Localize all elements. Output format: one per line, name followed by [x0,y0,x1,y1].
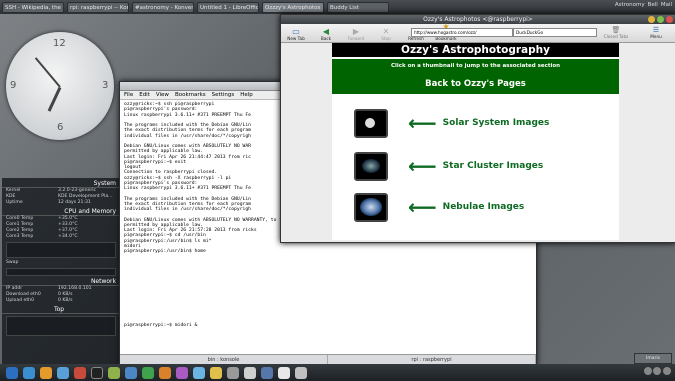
calc-launcher-icon[interactable] [142,366,154,379]
cpu-row: Core3 Temp +34.0°C [6,234,78,239]
back-button[interactable]: ◀ Back [311,27,341,42]
network-header: Network [2,278,120,286]
url-field[interactable]: http://www.hogastro.com/ozz/ [411,28,513,37]
arrow-left-icon: ⟵ [408,154,437,178]
taskbar-tab-astrophotos[interactable]: Ozzzy's Astrophotos [262,1,324,13]
kde-menu-icon[interactable] [6,366,18,379]
tray-item[interactable]: Astronomy [615,2,645,8]
minimize-icon[interactable] [648,16,655,23]
system-row: Uptime 12 days 21:31 [6,200,91,205]
swap-row: Swap [6,260,19,265]
cpu-header: CPU and Memory [2,208,120,216]
menu-bookmarks[interactable]: Bookmarks [175,91,206,99]
search-field[interactable]: DuckDuckGo [513,28,597,37]
impress-launcher-icon[interactable] [159,366,171,379]
clock-widget: 12 3 6 9 [6,32,114,140]
stop-button[interactable]: ✕ Stop [371,27,401,42]
browser-toolbar: ▭New Tab ◀Back ▶Forward ✕Stop ↻Refresh ★… [281,22,675,43]
app-launcher-icon[interactable] [244,366,256,379]
star-cluster-thumbnail[interactable] [354,151,388,181]
top-header: Top [2,306,120,314]
section-solar-system[interactable]: ⟵ Solar System Images [354,108,614,138]
taskbar-tab-konsole[interactable]: rpi: raspberrypi -- Konsole [67,1,129,13]
section-star-cluster[interactable]: ⟵ Star Cluster Images [354,151,614,181]
app-launcher-icon[interactable] [261,366,273,379]
nebulae-thumbnail[interactable] [354,192,388,222]
dolphin-launcher-icon[interactable] [57,366,69,379]
menu-help[interactable]: Help [240,91,253,99]
menu-file[interactable]: File [124,91,133,99]
app-launcher-icon[interactable] [176,366,188,379]
app-launcher-icon[interactable] [210,366,222,379]
taskbar-tab-ssh[interactable]: SSH - Wikipedia, the free... [2,1,64,13]
app-launcher-icon[interactable] [278,366,290,379]
clock-numeral: 6 [57,122,64,133]
forward-button[interactable]: ▶ Forward [341,27,371,42]
solar-system-thumbnail[interactable] [354,108,388,138]
firefox-launcher-icon[interactable] [40,366,52,379]
new-tab-icon: ▭ [292,27,300,36]
web-page: Ozzy's Astrophotography Click on a thumb… [332,43,619,240]
system-monitor-widget: System Kernel 3.2.0-23-generic KDE KDE Dev… [2,178,120,364]
browser-launcher-icon[interactable] [23,366,35,379]
swap-graph [6,268,116,276]
tray-item[interactable]: Mail [661,2,672,8]
bottom-panel [0,364,675,381]
app-launcher-icon[interactable] [108,366,120,379]
menu-settings[interactable]: Settings [212,91,235,99]
app-launcher-icon[interactable] [295,366,307,379]
menu-view[interactable]: View [156,91,169,99]
tray-icon[interactable] [653,367,662,375]
tray-icon[interactable] [643,367,652,375]
taskbar-tab-konversation[interactable]: #astronomy - Konversat... [132,1,194,13]
browser-window: Ozzy's Astrophotos <@raspberrypi> ▭ New T… [280,14,675,243]
clock-hour-hand [47,86,62,112]
section-label[interactable]: Star Cluster Images [443,161,544,171]
browser-titlebar[interactable]: Ozzy's Astrophotos <@raspberrypi> [281,15,675,24]
cpu-graph [6,242,116,258]
arrow-left-icon: ⟵ [408,111,437,135]
browser-viewport: Ozzy's Astrophotography Click on a thumb… [281,43,675,240]
maximize-icon[interactable] [657,16,664,23]
page-tagline: Click on a thumbnail to jump to the asso… [332,59,619,74]
clock-numeral: 3 [102,80,109,91]
top-process-list [6,316,116,336]
forward-arrow-icon: ▶ [352,27,360,36]
closed-tabs-button[interactable]: 🗑 Closed Tabs [603,26,629,39]
system-header: System [2,180,120,188]
trash-icon: 🗑 [611,26,621,34]
taskbar-tab-libreoffice[interactable]: Untitled 1 - LibreOffice W... [197,1,259,13]
menu-icon: ☰ [652,26,660,34]
back-to-pages-link[interactable]: Back to Ozzy's Pages [332,74,619,94]
settings-launcher-icon[interactable] [227,366,239,379]
system-tray [643,367,671,377]
tray-item[interactable]: Bell [648,2,658,8]
minimized-window[interactable]: Imaris [634,353,672,364]
writer-launcher-icon[interactable] [125,366,137,379]
stop-icon: ✕ [382,27,390,36]
taskbar-tray: Astronomy Bell Mail [615,2,672,8]
arrow-left-icon: ⟵ [408,195,437,219]
clock-numeral: 9 [10,80,17,91]
new-tab-button[interactable]: ▭ New Tab [281,27,311,42]
menu-edit[interactable]: Edit [139,91,150,99]
top-taskbar: SSH - Wikipedia, the free... rpi: raspbe… [0,0,675,14]
close-icon[interactable] [666,16,673,23]
terminal-line: pi@raspberrypi:~$ midori & [124,322,198,328]
section-nebulae[interactable]: ⟵ Nebulae Images [354,192,614,222]
tray-icon[interactable] [663,367,671,375]
taskbar-tab-buddy-list[interactable]: Buddy List [327,1,389,13]
app-launcher-icon[interactable] [74,366,86,379]
network-row: Upload eth0 0 KB/s [6,298,73,303]
clock-minute-hand [34,57,61,88]
page-title: Ozzy's Astrophotography [332,43,619,57]
menu-button[interactable]: ☰ Menu [643,26,669,39]
terminal-launcher-icon[interactable] [91,366,103,379]
section-label[interactable]: Solar System Images [443,118,550,128]
app-launcher-icon[interactable] [193,366,205,379]
back-arrow-icon: ◀ [322,27,330,36]
section-label[interactable]: Nebulae Images [443,202,525,212]
clock-numeral: 12 [53,38,66,49]
